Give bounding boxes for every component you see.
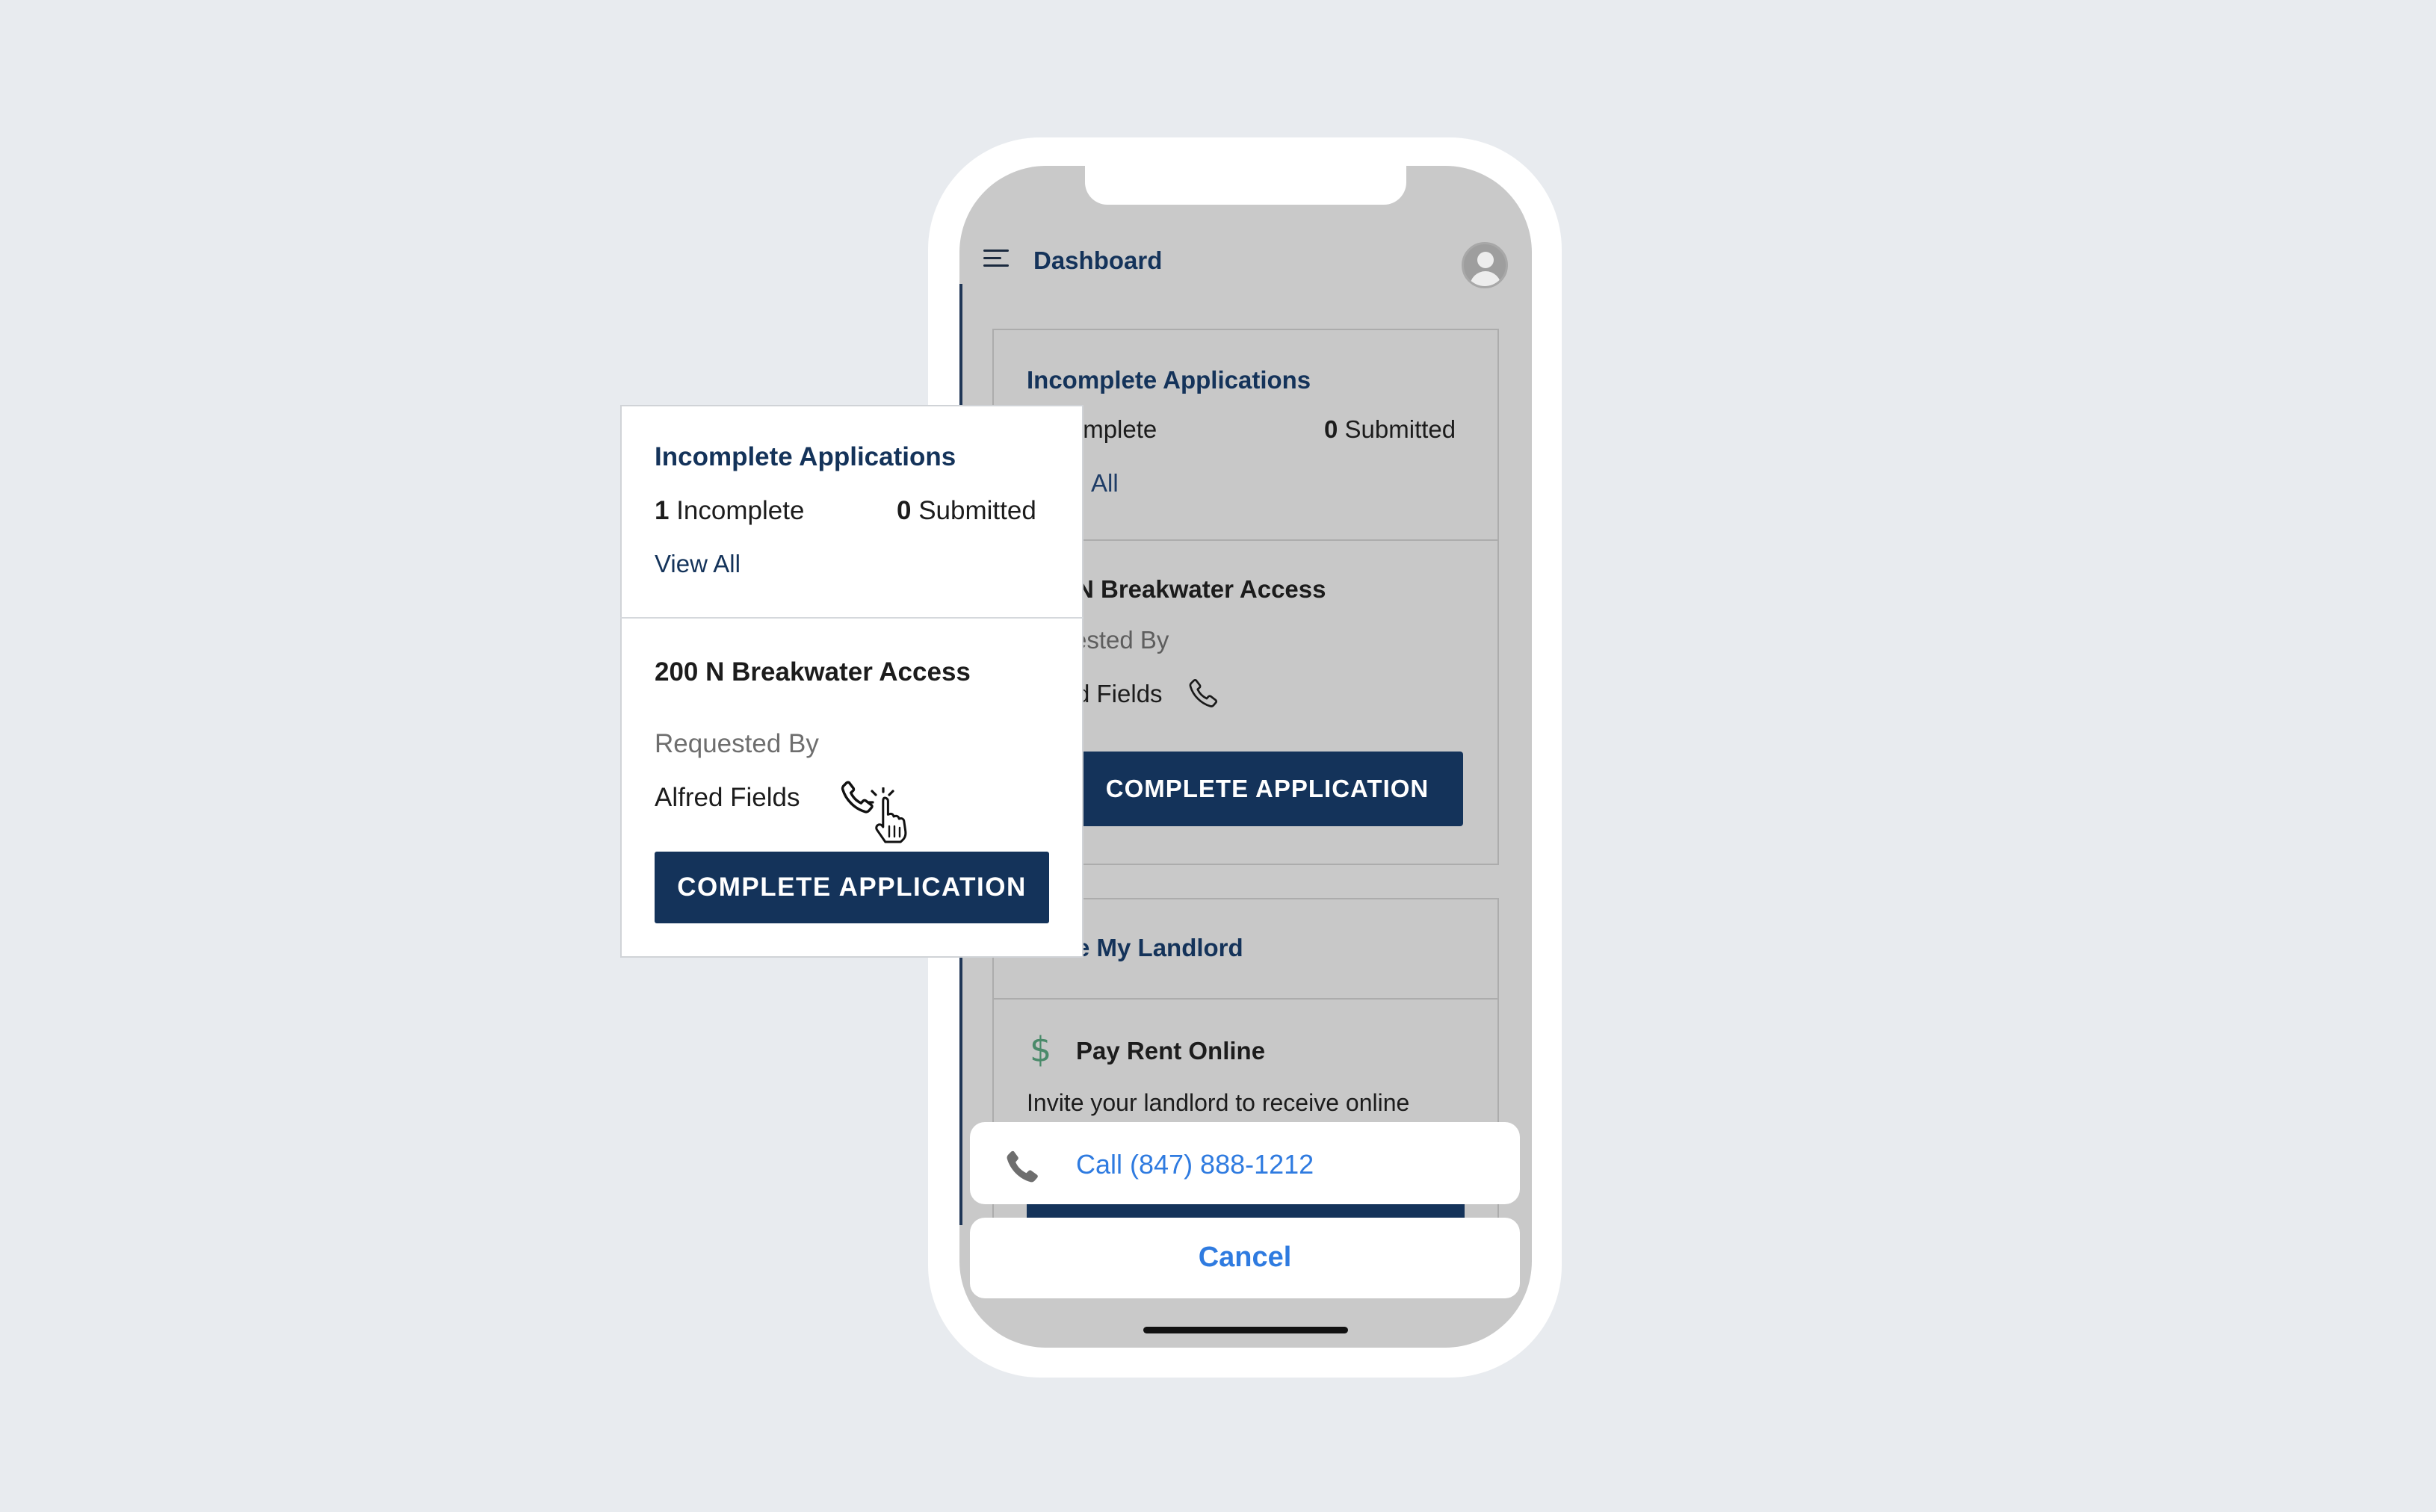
requested-by-label: ested By bbox=[1073, 626, 1169, 654]
incomplete-count: 1 Incomplete bbox=[655, 496, 805, 525]
hamburger-icon[interactable] bbox=[983, 250, 1009, 270]
requested-by-label: Requested By bbox=[655, 729, 819, 758]
cancel-label[interactable]: Cancel bbox=[970, 1242, 1520, 1274]
card-title: Incomplete Applications bbox=[1027, 366, 1311, 394]
page-title: Dashboard bbox=[1033, 247, 1163, 274]
request-address: N Breakwater Access bbox=[1076, 575, 1326, 603]
phone-notch bbox=[1085, 166, 1406, 205]
card-divider bbox=[620, 617, 1083, 619]
call-number-label[interactable]: Call (847) 888-1212 bbox=[1076, 1149, 1314, 1180]
dollar-icon: $ bbox=[1030, 1029, 1052, 1070]
zoom-card-title: Incomplete Applications bbox=[655, 442, 956, 471]
requester-name: d Fields bbox=[1076, 680, 1163, 707]
requester-name: Alfred Fields bbox=[655, 783, 800, 812]
call-phone-icon bbox=[1007, 1150, 1038, 1183]
complete-application-button[interactable]: COMPLETE APPLICATION bbox=[1072, 752, 1463, 826]
user-avatar-icon[interactable] bbox=[1462, 242, 1508, 288]
submitted-count: 0 Submitted bbox=[897, 496, 1036, 525]
view-all-link[interactable]: View All bbox=[655, 550, 741, 578]
address-title: 200 N Breakwater Access bbox=[655, 657, 971, 687]
complete-application-button[interactable]: COMPLETE APPLICATION bbox=[655, 852, 1049, 923]
pay-rent-title: Pay Rent Online bbox=[1076, 1037, 1266, 1065]
hand-pointer-icon bbox=[875, 796, 907, 843]
submitted-count: 0 Submitted bbox=[1324, 415, 1456, 443]
cancel-button[interactable]: Cancel bbox=[970, 1218, 1520, 1298]
pay-rent-text: Invite your landlord to receive online bbox=[1027, 1089, 1410, 1116]
landlord-card-title: e My Landlord bbox=[1076, 934, 1243, 961]
home-indicator bbox=[1143, 1327, 1348, 1333]
view-all-link[interactable]: All bbox=[1091, 469, 1119, 498]
phone-icon[interactable] bbox=[1187, 675, 1221, 710]
